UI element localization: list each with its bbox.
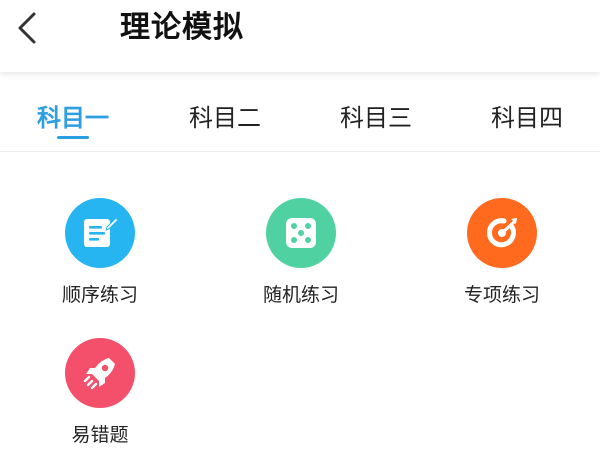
- tab-label: 科目四: [491, 104, 563, 132]
- page-title: 理论模拟: [120, 10, 244, 45]
- special-practice-button[interactable]: 专项练习: [432, 198, 572, 318]
- random-practice-button[interactable]: 随机练习: [231, 198, 371, 318]
- mistakes-button[interactable]: 易错题: [30, 338, 170, 458]
- tab-label: 科目二: [189, 104, 261, 132]
- tab-subject-1[interactable]: 科目一: [18, 92, 128, 148]
- sequential-icon-circle: [65, 198, 135, 268]
- tab-subject-4[interactable]: 科目四: [472, 92, 582, 148]
- mistakes-label: 易错题: [71, 424, 129, 446]
- chevron-left-icon: [18, 12, 36, 44]
- tab-subject-3[interactable]: 科目三: [321, 92, 431, 148]
- dice-icon: [286, 218, 316, 248]
- random-icon-circle: [266, 198, 336, 268]
- special-icon-circle: [467, 198, 537, 268]
- edit-document-icon: [84, 217, 119, 247]
- rocket-icon: [83, 358, 115, 390]
- active-tab-indicator: [57, 136, 89, 139]
- tab-label: 科目三: [340, 104, 412, 132]
- random-practice-label: 随机练习: [262, 284, 339, 306]
- sequential-practice-button[interactable]: 顺序练习: [30, 198, 170, 318]
- top-bar: 理论模拟: [0, 0, 600, 72]
- back-button[interactable]: [8, 8, 48, 48]
- tab-label: 科目一: [37, 104, 109, 132]
- mistakes-icon-circle: [65, 338, 135, 408]
- subject-tabs: 科目一 科目二 科目三 科目四: [0, 92, 600, 152]
- tab-subject-2[interactable]: 科目二: [170, 92, 280, 148]
- target-icon: [487, 218, 517, 248]
- sequential-practice-label: 顺序练习: [61, 284, 138, 306]
- special-practice-label: 专项练习: [463, 284, 540, 306]
